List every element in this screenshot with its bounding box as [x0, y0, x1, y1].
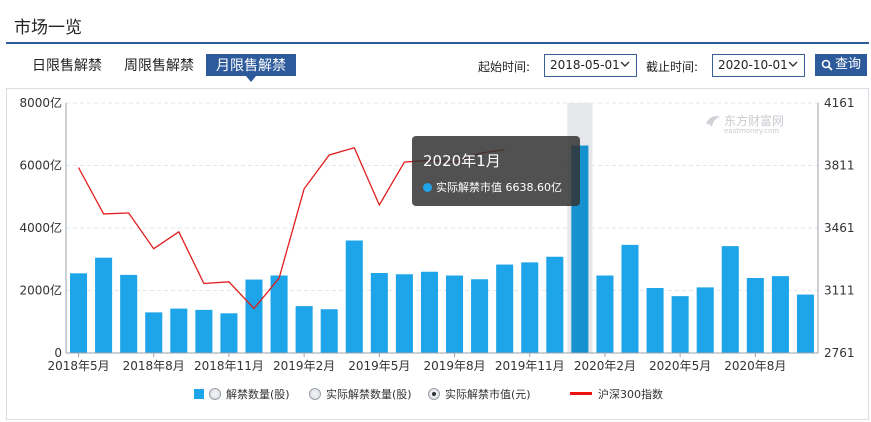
bar — [721, 246, 739, 353]
chart-tooltip: 2020年1月 实际解禁市值 6638.60亿 — [412, 136, 580, 206]
bar — [370, 273, 388, 353]
bar — [145, 312, 163, 353]
y-right-tick-label: 3811 — [824, 159, 855, 173]
bar — [295, 306, 313, 353]
legend-bar-swatch — [194, 389, 204, 399]
bar — [796, 294, 814, 353]
x-tick-label: 2018年11月 — [194, 359, 264, 373]
y-right-tick-label: 2761 — [824, 346, 855, 360]
radio-icon — [209, 388, 221, 400]
bar — [621, 244, 639, 353]
x-tick-label: 2019年8月 — [423, 359, 485, 373]
y-left-tick-label: 0 — [54, 346, 62, 360]
bar — [120, 274, 138, 353]
eastmoney-logo-icon — [706, 116, 720, 127]
bar — [420, 271, 438, 353]
bar — [596, 275, 614, 353]
tooltip-series-label: 实际解禁市值 — [436, 181, 502, 194]
bar — [170, 308, 188, 353]
y-right-tick-label: 3461 — [824, 221, 855, 235]
tooltip-title: 2020年1月 — [423, 152, 501, 170]
legend-item-actual-shares[interactable]: 实际解禁数量(股) — [309, 386, 412, 402]
legend-label: 解禁数量(股) — [226, 388, 290, 401]
bar — [395, 274, 413, 353]
bar — [220, 313, 238, 353]
radio-checked-icon — [428, 388, 440, 400]
watermark-en: eastmoney.com — [724, 127, 780, 135]
x-tick-label: 2019年5月 — [348, 359, 410, 373]
legend-label: 实际解禁数量(股) — [326, 388, 412, 401]
bar — [446, 275, 464, 353]
legend-item-actual-value[interactable]: 实际解禁市值(元) — [428, 386, 531, 402]
legend-label: 实际解禁市值(元) — [445, 388, 531, 401]
y-left-tick-label: 6000亿 — [19, 158, 62, 173]
bar — [696, 287, 714, 353]
legend-line-swatch — [570, 392, 592, 395]
x-tick-label: 2020年5月 — [649, 359, 711, 373]
bar — [270, 275, 288, 353]
tooltip-row: 实际解禁市值 6638.60亿 — [423, 179, 562, 195]
x-tick-label: 2019年2月 — [273, 359, 335, 373]
bar — [245, 279, 263, 353]
x-tick-label: 2020年8月 — [724, 359, 786, 373]
bar — [345, 240, 363, 353]
legend-item-hs300[interactable]: 沪深300指数 — [570, 386, 663, 402]
chart-svg: 0 2761 2000亿 3111 4000亿 3461 6000亿 3811 8000亿 416… — [19, 95, 855, 373]
y-right-tick-label: 3111 — [824, 284, 855, 298]
bar — [521, 262, 539, 353]
y-left-tick-label: 4000亿 — [19, 220, 62, 235]
tooltip-value: 6638.60亿 — [505, 181, 563, 194]
bar — [746, 278, 764, 353]
legend-item-unlock-shares[interactable]: 解禁数量(股) — [194, 386, 290, 402]
bar — [320, 309, 338, 353]
y-right-tick-label: 4161 — [824, 96, 855, 110]
y-left-tick-label: 8000亿 — [19, 95, 62, 110]
legend-label: 沪深300指数 — [598, 388, 663, 401]
bar — [496, 264, 514, 353]
bar — [95, 257, 113, 353]
x-tick-label: 2019年11月 — [495, 359, 565, 373]
x-tick-label: 2018年5月 — [47, 359, 109, 373]
radio-icon — [309, 388, 321, 400]
bar — [70, 273, 88, 353]
bar — [671, 296, 689, 353]
y-left-tick-label: 2000亿 — [19, 283, 62, 298]
x-tick-label: 2020年2月 — [574, 359, 636, 373]
bar — [646, 288, 664, 353]
bar — [771, 276, 789, 353]
x-tick-label: 2018年8月 — [123, 359, 185, 373]
bar — [471, 279, 489, 353]
series-dot-icon — [423, 183, 432, 192]
bar — [546, 256, 564, 353]
bar — [195, 309, 213, 353]
